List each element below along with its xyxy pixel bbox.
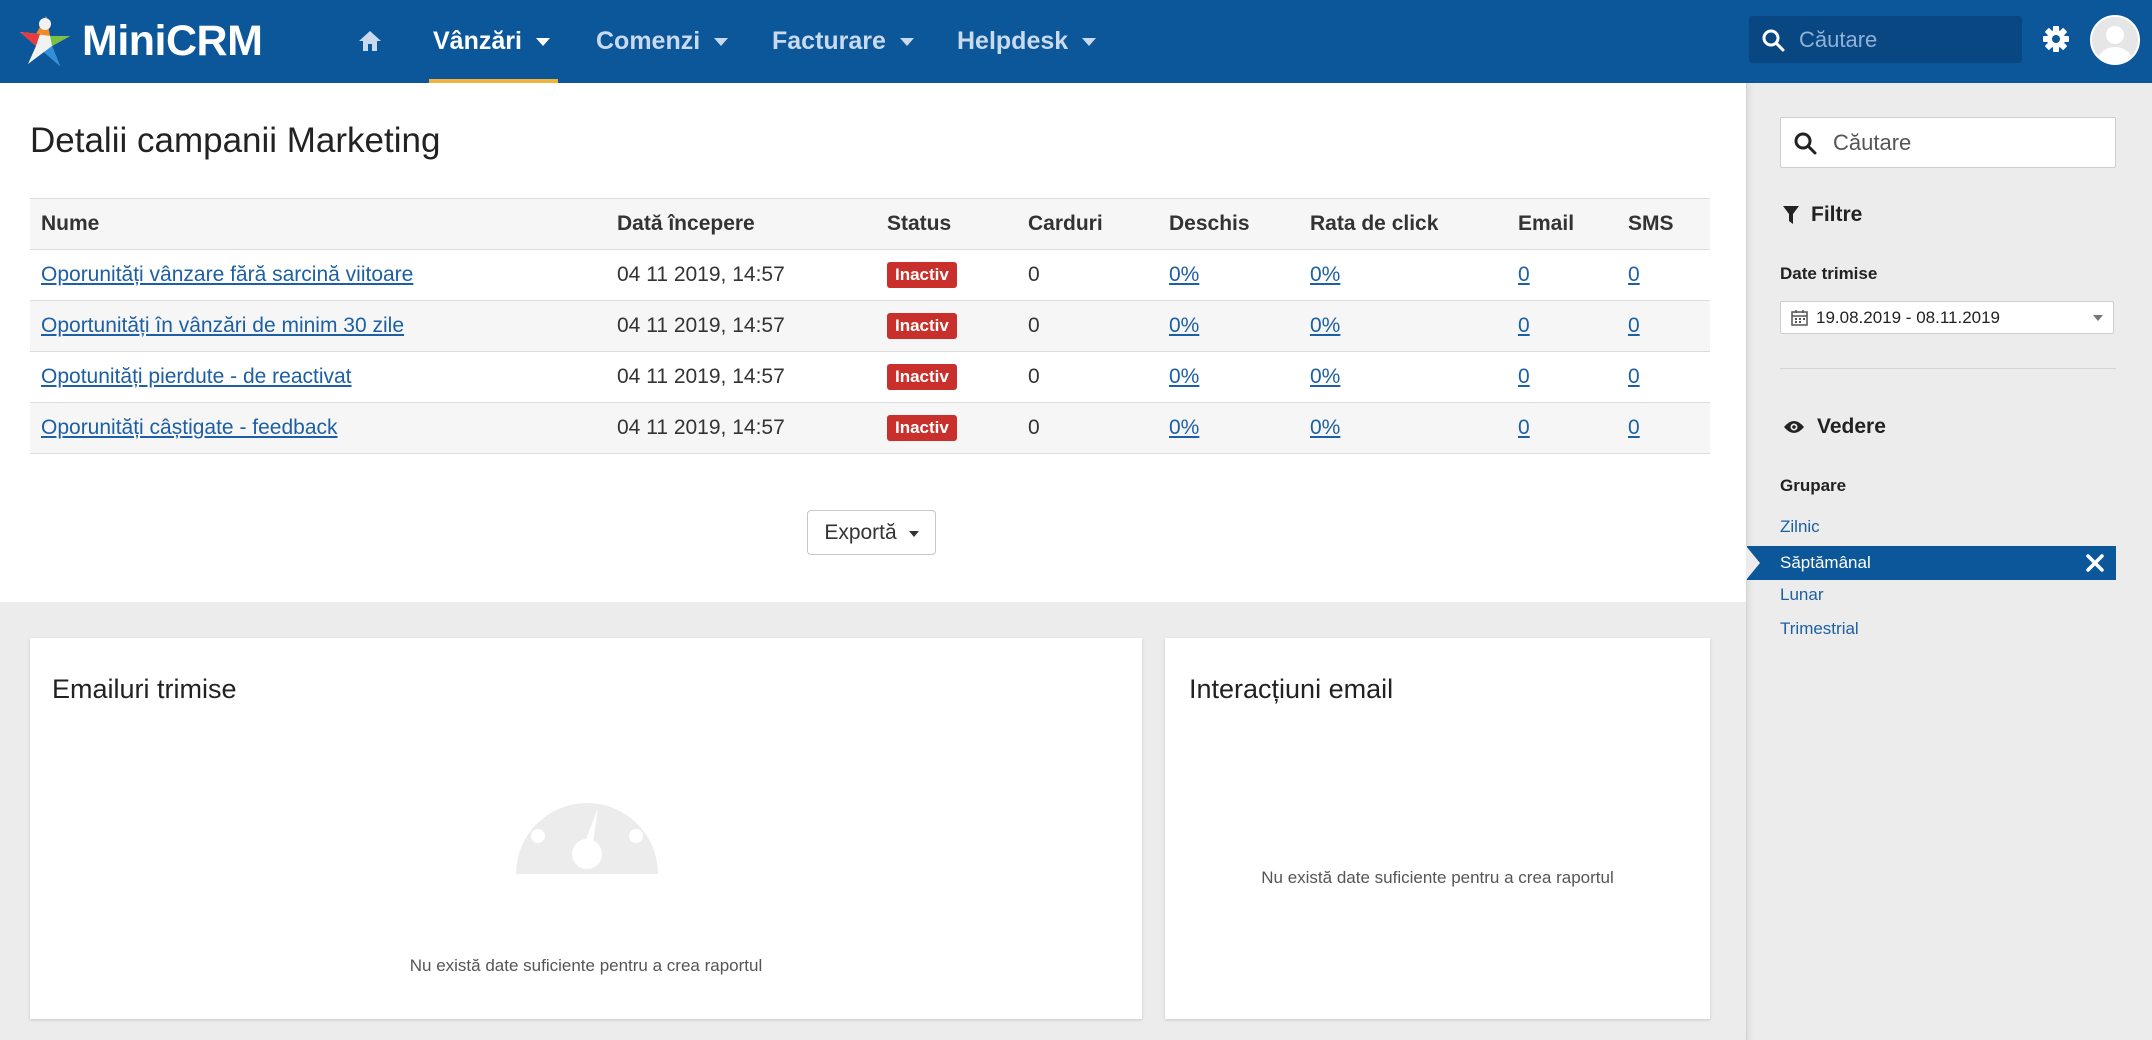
- col-header-nume[interactable]: Nume: [30, 198, 606, 250]
- filter-sidebar: Filtre Date trimise 19.08.2019 - 08.11.2…: [1746, 83, 2152, 1040]
- gear-icon[interactable]: [2041, 24, 2071, 54]
- col-header-rata-click[interactable]: Rata de click: [1299, 198, 1507, 250]
- group-option-zilnic[interactable]: Zilnic: [1780, 517, 1820, 537]
- table-header-row: Nume Dată începere Status Carduri Deschi…: [30, 198, 1710, 250]
- col-header-carduri[interactable]: Carduri: [1017, 198, 1158, 250]
- click-rate-link[interactable]: 0%: [1310, 365, 1340, 388]
- caret-down-icon: [2093, 315, 2103, 321]
- status-badge: Inactiv: [887, 262, 957, 288]
- main-content: Detalii campanii Marketing Nume Dată înc…: [0, 83, 1746, 602]
- app-logo[interactable]: MiniCRM: [16, 8, 263, 74]
- table-row: Opotunități pierdute - de reactivat 04 1…: [30, 351, 1710, 403]
- click-rate-link[interactable]: 0%: [1310, 416, 1340, 439]
- cards-count: 0: [1017, 402, 1158, 454]
- click-rate-link[interactable]: 0%: [1310, 314, 1340, 337]
- group-option-saptamanal[interactable]: Săptămânal: [1746, 546, 2116, 580]
- status-badge: Inactiv: [887, 364, 957, 390]
- card-title: Interacțiuni email: [1189, 674, 1394, 704]
- nav-vanzari[interactable]: Vânzări: [433, 0, 550, 83]
- status-badge: Inactiv: [887, 415, 957, 441]
- campaign-name-link[interactable]: Oporunități câștigate - feedback: [41, 416, 338, 439]
- card-title: Emailuri trimise: [52, 674, 237, 704]
- col-header-deschis[interactable]: Deschis: [1158, 198, 1299, 250]
- chevron-down-icon: [899, 37, 914, 46]
- status-badge: Inactiv: [887, 313, 957, 339]
- home-icon[interactable]: [357, 28, 385, 56]
- start-date: 04 11 2019, 14:57: [606, 249, 876, 301]
- table-row: Oporunități vânzare fără sarcină viitoar…: [30, 249, 1710, 301]
- sms-count-link[interactable]: 0: [1628, 416, 1640, 439]
- cards-count: 0: [1017, 300, 1158, 352]
- sidebar-search-input[interactable]: [1833, 129, 2103, 156]
- email-count-link[interactable]: 0: [1518, 314, 1530, 337]
- group-option-lunar[interactable]: Lunar: [1780, 585, 1823, 605]
- opened-link[interactable]: 0%: [1169, 314, 1199, 337]
- opened-link[interactable]: 0%: [1169, 365, 1199, 388]
- sms-count-link[interactable]: 0: [1628, 314, 1640, 337]
- sms-count-link[interactable]: 0: [1628, 365, 1640, 388]
- campaigns-table: Nume Dată începere Status Carduri Deschi…: [30, 198, 1710, 454]
- email-count-link[interactable]: 0: [1518, 365, 1530, 388]
- calendar-icon: [1791, 310, 1808, 326]
- group-option-trimestrial[interactable]: Trimestrial: [1780, 619, 1859, 639]
- cards-count: 0: [1017, 351, 1158, 403]
- chevron-down-icon: [1082, 37, 1097, 46]
- campaign-name-link[interactable]: Oportunități în vânzări de minim 30 zile: [41, 314, 404, 337]
- gauge-placeholder-icon: [516, 764, 658, 874]
- start-date: 04 11 2019, 14:57: [606, 402, 876, 454]
- date-sent-label: Date trimise: [1780, 264, 1878, 283]
- chevron-down-icon: [535, 37, 550, 46]
- opened-link[interactable]: 0%: [1169, 416, 1199, 439]
- nav-facturare[interactable]: Facturare: [772, 0, 914, 83]
- click-rate-link[interactable]: 0%: [1310, 263, 1340, 286]
- empty-report-message: Nu există date suficiente pentru a crea …: [1261, 868, 1614, 887]
- col-header-email[interactable]: Email: [1507, 198, 1617, 250]
- col-header-data-incepere[interactable]: Dată începere: [606, 198, 876, 250]
- search-icon: [1762, 29, 1785, 51]
- sidebar-search[interactable]: [1780, 117, 2116, 168]
- sidebar-divider: [1780, 368, 2116, 369]
- table-row: Oportunități în vânzări de minim 30 zile…: [30, 300, 1710, 352]
- page-title: Detalii campanii Marketing: [30, 121, 441, 160]
- nav-helpdesk[interactable]: Helpdesk: [957, 0, 1097, 83]
- opened-link[interactable]: 0%: [1169, 263, 1199, 286]
- grouping-label: Grupare: [1780, 476, 1847, 495]
- view-section-title: Vedere: [1783, 415, 1886, 439]
- cards-count: 0: [1017, 249, 1158, 301]
- caret-down-icon: [908, 531, 919, 537]
- eye-icon: [1784, 421, 1804, 433]
- emails-sent-card: Emailuri trimise Nu există date suficien…: [30, 638, 1142, 1019]
- filters-section-title: Filtre: [1783, 203, 1862, 227]
- filter-icon: [1783, 206, 1799, 224]
- logo-figure-icon: [16, 12, 74, 70]
- chevron-down-icon: [714, 37, 729, 46]
- email-interactions-card: Interacțiuni email Nu există date sufici…: [1165, 638, 1710, 1019]
- email-count-link[interactable]: 0: [1518, 263, 1530, 286]
- global-search-input[interactable]: [1799, 26, 2009, 53]
- date-range-select[interactable]: 19.08.2019 - 08.11.2019: [1780, 301, 2114, 334]
- nav-comenzi[interactable]: Comenzi: [596, 0, 729, 83]
- avatar[interactable]: [2090, 15, 2140, 65]
- date-range-value: 19.08.2019 - 08.11.2019: [1816, 307, 2001, 327]
- col-header-status[interactable]: Status: [876, 198, 1017, 250]
- table-row: Oporunități câștigate - feedback 04 11 2…: [30, 402, 1710, 454]
- email-count-link[interactable]: 0: [1518, 416, 1530, 439]
- start-date: 04 11 2019, 14:57: [606, 300, 876, 352]
- sms-count-link[interactable]: 0: [1628, 263, 1640, 286]
- campaign-name-link[interactable]: Opotunități pierdute - de reactivat: [41, 365, 352, 388]
- start-date: 04 11 2019, 14:57: [606, 351, 876, 403]
- close-icon[interactable]: [2084, 552, 2106, 574]
- export-button[interactable]: Exportă: [807, 510, 936, 555]
- global-search[interactable]: [1749, 16, 2022, 63]
- empty-report-message: Nu există date suficiente pentru a crea …: [409, 956, 763, 975]
- brand-name: MiniCRM: [82, 16, 263, 65]
- top-navbar: MiniCRM Vânzări Comenzi Facturare Helpde…: [0, 0, 2152, 83]
- col-header-sms[interactable]: SMS: [1617, 198, 1710, 250]
- campaign-name-link[interactable]: Oporunități vânzare fără sarcină viitoar…: [41, 263, 413, 286]
- search-icon: [1794, 132, 1817, 154]
